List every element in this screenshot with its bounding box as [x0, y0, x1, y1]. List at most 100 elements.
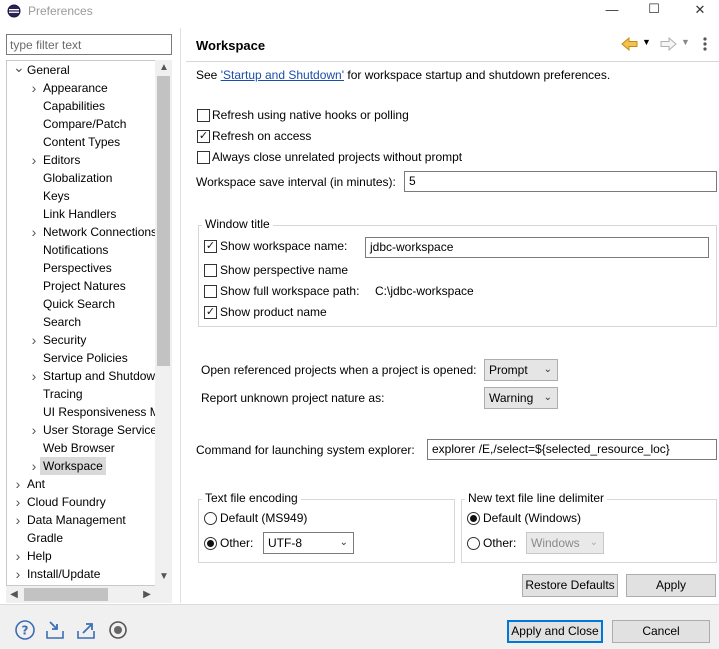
apply-and-close-button[interactable]: Apply and Close — [507, 620, 603, 643]
see-prefix: See — [196, 68, 221, 82]
tree-horizontal-scroll-thumb[interactable] — [24, 588, 108, 601]
preference-tree[interactable]: ⌄ General › Appearance Capabilities Compare/P… — [6, 60, 172, 586]
report-nature-select[interactable]: Warning ⌄ — [484, 387, 558, 409]
scroll-right-icon[interactable]: ▶ — [140, 588, 154, 602]
expand-chevron-right-icon[interactable]: › — [29, 151, 39, 169]
encoding-other-radio[interactable] — [204, 537, 217, 550]
tree-item-label: Quick Search — [43, 297, 116, 311]
startup-shutdown-link[interactable]: 'Startup and Shutdown' — [221, 68, 344, 82]
encoding-value: UTF-8 — [268, 536, 302, 550]
delimiter-default-radio[interactable] — [467, 512, 480, 525]
tree-vertical-scroll-thumb[interactable] — [157, 76, 170, 366]
save-interval-input[interactable]: 5 — [404, 171, 717, 192]
record-icon[interactable] — [107, 619, 129, 641]
delimiter-value: Windows — [531, 536, 580, 550]
refresh-native-checkbox[interactable] — [197, 109, 210, 122]
import-icon[interactable] — [44, 619, 66, 641]
chevron-down-icon: ⌄ — [589, 537, 598, 548]
delimiter-group-label: New text file line delimiter — [465, 491, 608, 505]
chevron-down-icon: ⌄ — [543, 364, 552, 375]
expand-chevron-right-icon[interactable]: › — [29, 457, 39, 475]
report-nature-label: Report unknown project nature as: — [201, 391, 385, 405]
expand-chevron-right-icon[interactable]: › — [29, 421, 39, 439]
tree-item-label: Tracing — [43, 387, 83, 401]
always-close-checkbox[interactable] — [197, 151, 210, 164]
back-arrow-icon[interactable] — [621, 37, 639, 51]
expand-chevron-right-icon[interactable]: › — [13, 547, 23, 565]
header-separator — [186, 61, 719, 62]
tree-item-label: Project Natures — [43, 279, 126, 293]
show-product-checkbox[interactable]: ✓ — [204, 306, 217, 319]
export-icon[interactable] — [75, 619, 97, 641]
filter-input[interactable] — [7, 35, 171, 54]
show-perspective-checkbox[interactable] — [204, 264, 217, 277]
restore-defaults-button[interactable]: Restore Defaults — [522, 574, 618, 597]
tree-item-label: Perspectives — [43, 261, 112, 275]
open-referenced-select[interactable]: Prompt ⌄ — [484, 359, 558, 381]
forward-arrow-icon[interactable] — [659, 37, 677, 51]
show-workspace-name-checkbox[interactable]: ✓ — [204, 240, 217, 253]
panel-divider[interactable] — [180, 28, 181, 603]
tree-item-label: Install/Update — [27, 567, 101, 581]
delimiter-other-label: Other: — [483, 536, 517, 550]
open-referenced-label: Open referenced projects when a project … — [201, 363, 477, 377]
tree-item-label: Security — [43, 333, 87, 347]
help-icon[interactable]: ? — [14, 619, 36, 641]
show-full-path-label: Show full workspace path: — [220, 284, 360, 298]
apply-button[interactable]: Apply — [626, 574, 716, 597]
encoding-default-label: Default (MS949) — [220, 511, 308, 525]
expand-chevron-down-icon[interactable]: ⌄ — [13, 61, 25, 79]
delimiter-select[interactable]: Windows ⌄ — [526, 532, 604, 554]
expand-chevron-right-icon[interactable]: › — [13, 565, 23, 583]
tree-item-label: Cloud Foundry — [27, 495, 106, 509]
delimiter-other-radio[interactable] — [467, 537, 480, 550]
expand-chevron-right-icon[interactable]: › — [13, 511, 23, 529]
tree-item-label: Globalization — [43, 171, 113, 185]
workspace-name-input[interactable]: jdbc-workspace — [365, 237, 709, 258]
command-input[interactable]: explorer /E,/select=${selected_resource_… — [427, 439, 717, 460]
refresh-access-label: Refresh on access — [212, 129, 312, 143]
encoding-default-radio[interactable] — [204, 512, 217, 525]
view-menu-icon[interactable] — [701, 36, 709, 52]
show-full-path-checkbox[interactable] — [204, 285, 217, 298]
tree-item-label: Link Handlers — [43, 207, 117, 221]
delimiter-default-label: Default (Windows) — [483, 511, 582, 525]
forward-menu-chevron-icon[interactable]: ▼ — [681, 37, 690, 47]
open-referenced-value: Prompt — [489, 363, 528, 377]
tree-item-label: Ant — [27, 477, 46, 491]
chevron-down-icon: ⌄ — [543, 392, 552, 403]
tree-item-label: UI Responsiveness Monitoring — [43, 405, 171, 419]
encoding-select[interactable]: UTF-8 ⌄ — [263, 532, 354, 554]
tree-item-label: Workspace — [40, 457, 106, 475]
back-menu-chevron-icon[interactable]: ▼ — [642, 37, 651, 47]
expand-chevron-right-icon[interactable]: › — [13, 475, 23, 493]
expand-chevron-right-icon[interactable]: › — [29, 367, 39, 385]
tree-item-label: Search — [43, 315, 82, 329]
see-suffix: for workspace startup and shutdown prefe… — [344, 68, 611, 82]
tree-item-label: Data Management — [27, 513, 126, 527]
tree-item-label: Startup and Shutdown — [43, 369, 162, 383]
expand-chevron-right-icon[interactable]: › — [29, 79, 39, 97]
maximize-button[interactable]: ☐ — [640, 1, 668, 17]
tree-item-label: Help — [27, 549, 52, 563]
minimize-button[interactable]: — — [598, 2, 626, 17]
cancel-button[interactable]: Cancel — [612, 620, 710, 643]
scroll-down-icon[interactable]: ▼ — [157, 570, 171, 584]
tree-item-label: Service Policies — [43, 351, 128, 365]
scroll-left-icon[interactable]: ◀ — [7, 588, 21, 602]
window-title-group-label: Window title — [202, 217, 273, 231]
tree-item-label: Content Types — [43, 135, 121, 149]
report-nature-value: Warning — [489, 391, 534, 405]
close-button[interactable]: ✕ — [686, 2, 714, 18]
filter-box[interactable] — [6, 34, 172, 55]
tree-item-label: Keys — [43, 189, 70, 203]
always-close-label: Always close unrelated projects without … — [212, 150, 463, 164]
save-interval-label: Workspace save interval (in minutes): — [196, 175, 396, 189]
expand-chevron-right-icon[interactable]: › — [29, 223, 39, 241]
expand-chevron-right-icon[interactable]: › — [29, 331, 39, 349]
eclipse-icon — [7, 4, 21, 18]
expand-chevron-right-icon[interactable]: › — [13, 493, 23, 511]
refresh-access-checkbox[interactable]: ✓ — [197, 130, 210, 143]
tree-item-label: Gradle — [27, 531, 64, 545]
scroll-up-icon[interactable]: ▲ — [157, 61, 171, 75]
